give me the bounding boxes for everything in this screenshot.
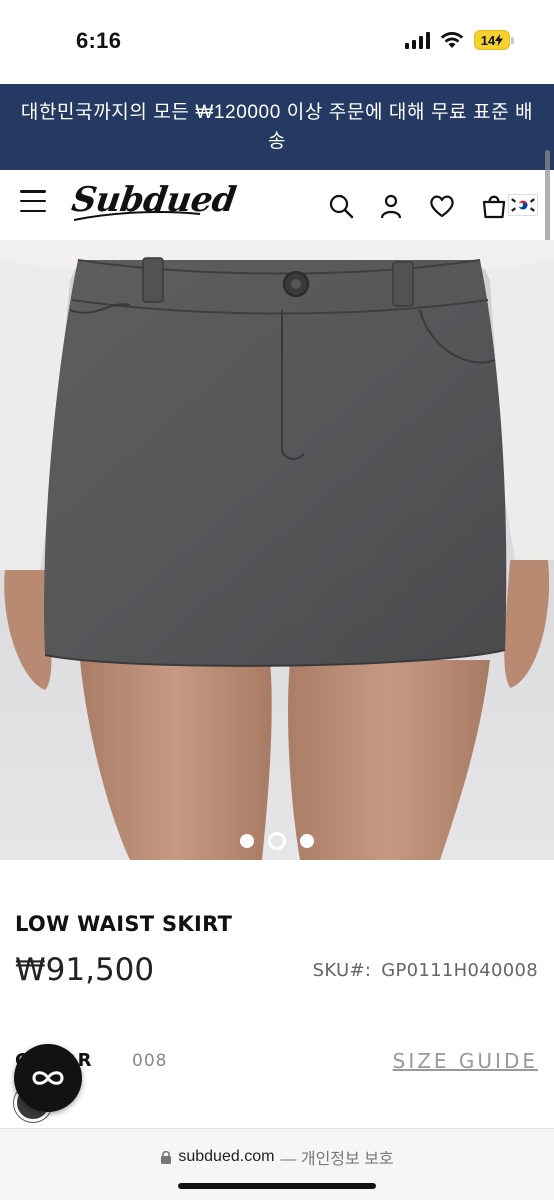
free-shipping-banner: 대한민국까지의 모든 ₩120000 이상 주문에 대해 무료 표준 배송 — [0, 84, 554, 170]
product-price: ₩91,500 — [15, 952, 155, 988]
lock-icon — [161, 1150, 172, 1164]
status-bar: 6:16 14 — [0, 0, 554, 84]
gallery-dot-2-active[interactable] — [268, 832, 286, 850]
charging-bolt-icon — [495, 34, 504, 46]
product-image-gallery[interactable] — [0, 240, 554, 860]
wifi-icon — [440, 32, 464, 48]
cellular-signal-icon — [405, 31, 430, 49]
chat-infinity-icon — [32, 1071, 64, 1085]
site-header: Subdued — [0, 170, 554, 240]
wishlist-heart-icon[interactable] — [428, 192, 456, 220]
search-icon[interactable] — [327, 192, 355, 220]
home-indicator[interactable] — [178, 1183, 376, 1189]
promo-text: 대한민국까지의 모든 ₩120000 이상 주문에 대해 무료 표준 배송 — [20, 102, 534, 152]
color-value: 008 — [132, 1051, 168, 1071]
size-guide-link[interactable]: SIZE GUIDE — [393, 1049, 538, 1073]
gallery-dot-3[interactable] — [300, 834, 314, 848]
battery-level: 14 — [480, 32, 496, 48]
product-sku: SKU#: GP0111H040008 — [313, 960, 538, 981]
url-text: subdued.com — [178, 1148, 275, 1165]
status-time: 6:16 — [76, 28, 122, 53]
chat-button[interactable] — [14, 1044, 82, 1112]
logo-underline-swoosh — [73, 211, 201, 221]
product-photo-skirt — [0, 240, 554, 860]
gallery-dot-1[interactable] — [240, 834, 254, 848]
cart-bag-icon[interactable] — [480, 192, 508, 220]
sku-value: GP0111H040008 — [381, 960, 538, 981]
gallery-pagination — [0, 832, 554, 850]
account-icon[interactable] — [377, 192, 405, 220]
sku-label: SKU#: — [312, 960, 372, 981]
status-icons: 14 — [405, 30, 514, 50]
battery-indicator: 14 — [474, 30, 514, 50]
url-row[interactable]: subdued.com — 개인정보 보호 — [0, 1145, 554, 1169]
korea-flag-icon[interactable] — [508, 194, 538, 216]
product-title: LOW WAIST SKIRT — [15, 912, 233, 936]
privacy-text: — 개인정보 보호 — [280, 1151, 394, 1168]
menu-icon[interactable] — [20, 190, 46, 212]
browser-address-bar[interactable]: subdued.com — 개인정보 보호 — [0, 1128, 554, 1200]
